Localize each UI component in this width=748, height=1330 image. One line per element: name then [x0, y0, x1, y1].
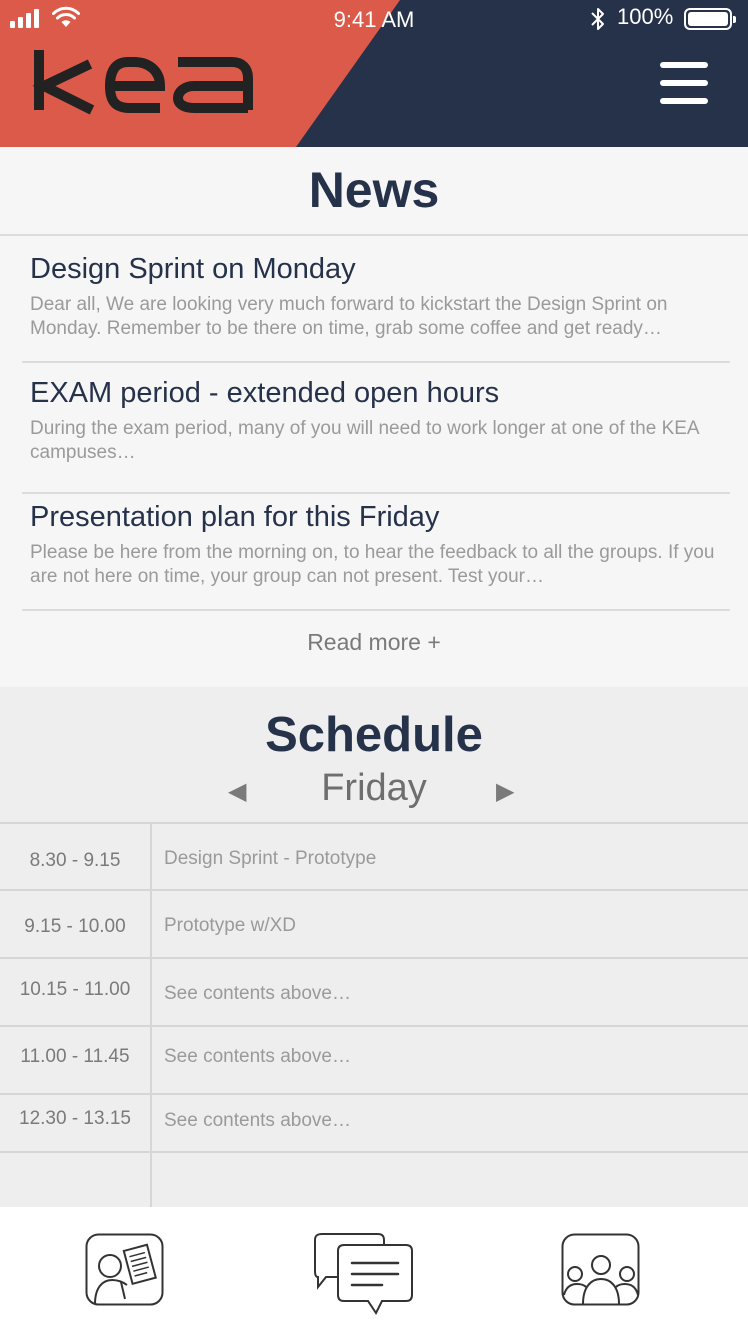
news-item[interactable]: Presentation plan for this Friday Please… — [22, 501, 730, 611]
news-item[interactable]: EXAM period - extended open hours During… — [22, 377, 730, 494]
schedule-row — [0, 1153, 748, 1207]
news-item-excerpt: Please be here from the morning on, to h… — [30, 542, 715, 587]
chat-icon[interactable] — [312, 1231, 416, 1321]
schedule-time: 10.15 - 11.00 — [19, 979, 131, 1000]
news-title: News — [308, 162, 440, 218]
tab-bar — [0, 1207, 748, 1330]
schedule-content: See contents above… — [164, 1110, 351, 1131]
schedule-title: Schedule — [265, 708, 483, 762]
teacher-icon[interactable] — [85, 1233, 165, 1309]
news-section: News Design Sprint on Monday Dear all, W… — [0, 147, 748, 687]
menu-button[interactable] — [656, 58, 712, 108]
next-day-icon[interactable]: ▶ — [496, 777, 514, 806]
read-more-link[interactable]: Read more + — [0, 629, 748, 656]
news-item[interactable]: Design Sprint on Monday Dear all, We are… — [22, 253, 730, 363]
day-label: Friday — [321, 767, 427, 809]
app-header: 9:41 AM 100% — [0, 0, 748, 147]
schedule-content: Design Sprint - Prototype — [164, 848, 377, 869]
schedule-content: See contents above… — [164, 983, 351, 1004]
news-divider — [0, 234, 748, 236]
news-item-title: Presentation plan for this Friday — [30, 501, 440, 533]
group-icon[interactable] — [561, 1233, 641, 1309]
schedule-section: Schedule ◀ Friday ▶ 8.30 - 9.15 Design S… — [0, 687, 748, 1207]
schedule-time: 8.30 - 9.15 — [29, 850, 121, 871]
bluetooth-icon — [591, 8, 604, 30]
schedule-content: See contents above… — [164, 1046, 351, 1067]
schedule-time: 12.30 - 13.15 — [19, 1108, 131, 1129]
day-selector: ◀ Friday ▶ — [0, 765, 748, 815]
schedule-row[interactable]: 9.15 - 10.00 Prototype w/XD — [0, 891, 748, 959]
schedule-row[interactable]: 12.30 - 13.15 See contents above… — [0, 1095, 748, 1153]
battery-icon — [684, 8, 736, 30]
schedule-content: Prototype w/XD — [164, 915, 296, 936]
news-item-title: Design Sprint on Monday — [30, 253, 356, 285]
schedule-row[interactable]: 10.15 - 11.00 See contents above… — [0, 959, 748, 1027]
news-item-excerpt: During the exam period, many of you will… — [30, 418, 699, 463]
schedule-row[interactable]: 8.30 - 9.15 Design Sprint - Prototype — [0, 824, 748, 891]
news-item-excerpt: Dear all, We are looking very much forwa… — [30, 294, 668, 339]
battery-percent: 100% — [617, 4, 674, 29]
schedule-time: 9.15 - 10.00 — [24, 916, 126, 937]
schedule-row[interactable]: 11.00 - 11.45 See contents above… — [0, 1027, 748, 1095]
schedule-column-divider — [150, 822, 152, 1207]
news-item-title: EXAM period - extended open hours — [30, 377, 500, 409]
status-bar: 9:41 AM 100% — [0, 0, 748, 40]
schedule-time: 11.00 - 11.45 — [20, 1046, 130, 1067]
kea-logo — [32, 50, 253, 115]
